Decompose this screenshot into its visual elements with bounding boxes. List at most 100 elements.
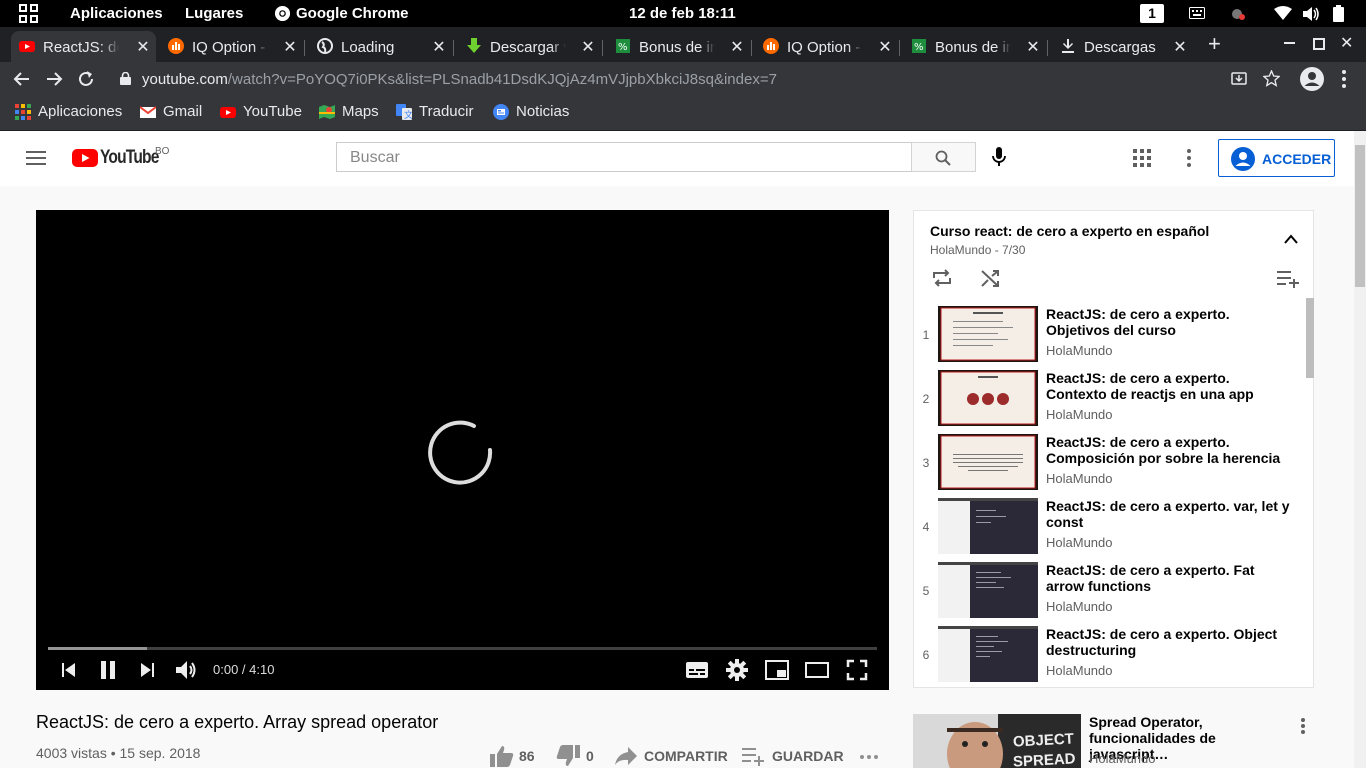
playlist-item-channel: HolaMundo <box>1046 407 1113 422</box>
previous-video-icon[interactable] <box>56 658 80 682</box>
playlist-item[interactable]: 6 ReactJS: de cero a experto. Object des… <box>914 626 1305 690</box>
video-player[interactable] <box>36 210 889 690</box>
playlist-title[interactable]: Curso react: de cero a experto en españo… <box>930 223 1209 239</box>
close-tab-icon[interactable]: ✕ <box>580 37 596 56</box>
playlist-item-title[interactable]: ReactJS: de cero a experto. Contexto de … <box>1046 370 1294 402</box>
maximize-window-icon[interactable] <box>1313 38 1325 50</box>
recommended-menu-icon[interactable] <box>1301 718 1305 734</box>
close-tab-icon[interactable]: ✕ <box>729 37 745 56</box>
wifi-icon[interactable] <box>1274 6 1292 21</box>
tab-iq-option[interactable]: IQ Option - Broker ✕ <box>160 31 305 62</box>
close-tab-icon[interactable]: ✕ <box>282 37 298 56</box>
video-thumbnail[interactable] <box>938 626 1038 682</box>
video-thumbnail[interactable] <box>938 306 1038 362</box>
bookmark-star-icon[interactable] <box>1263 70 1280 87</box>
fullscreen-icon[interactable] <box>845 658 869 682</box>
tab-iq-option-2[interactable]: IQ Option - Broker ✕ <box>755 31 900 62</box>
pause-icon[interactable] <box>96 658 120 682</box>
settings-dots-icon[interactable] <box>1187 149 1191 167</box>
close-tab-icon[interactable]: ✕ <box>1025 37 1041 56</box>
search-box[interactable] <box>336 142 912 172</box>
places-menu[interactable]: Lugares <box>185 5 243 22</box>
video-thumbnail[interactable] <box>938 370 1038 426</box>
tab-loading[interactable]: Loading ✕ <box>309 31 454 62</box>
miniplayer-icon[interactable] <box>765 658 789 682</box>
playlist-subtitle: HolaMundo - 7/30 <box>930 243 1026 257</box>
add-to-playlist-icon[interactable] <box>1277 270 1299 288</box>
volume-icon[interactable] <box>1302 6 1320 22</box>
apps-grid-icon[interactable] <box>1133 149 1151 167</box>
video-thumbnail[interactable] <box>938 562 1038 618</box>
applications-menu[interactable]: Aplicaciones <box>70 5 163 22</box>
playlist-item[interactable]: 1 ReactJS: de cero a experto. Objetivos … <box>914 306 1305 370</box>
youtube-logo[interactable]: YouTube BO <box>72 146 172 170</box>
youtube-logo-icon <box>72 149 98 167</box>
close-window-icon[interactable]: ✕ <box>1340 33 1353 53</box>
tab-bonus[interactable]: % Bonus de ingreso ✕ <box>607 31 752 62</box>
shuffle-icon[interactable] <box>980 268 1000 288</box>
microphone-icon[interactable] <box>992 147 1006 167</box>
keyboard-icon[interactable] <box>1189 7 1205 19</box>
minimize-window-icon[interactable] <box>1284 42 1295 44</box>
video-thumbnail[interactable] <box>938 498 1038 554</box>
bonus-icon: % <box>615 38 631 54</box>
close-tab-icon[interactable]: ✕ <box>431 37 447 56</box>
back-arrow-icon[interactable] <box>13 70 31 88</box>
playlist-item-title[interactable]: ReactJS: de cero a experto. Object destr… <box>1046 626 1294 658</box>
theater-mode-icon[interactable] <box>805 658 829 682</box>
playlist-item[interactable]: 3 ReactJS: de cero a experto. Composició… <box>914 434 1305 498</box>
more-actions-icon[interactable] <box>860 755 878 759</box>
playlist-item-channel: HolaMundo <box>1046 663 1113 678</box>
volume-icon[interactable] <box>174 658 198 682</box>
forward-arrow-icon[interactable] <box>45 70 63 88</box>
collapse-chevron-icon[interactable] <box>1284 234 1298 244</box>
playlist-item-index: 5 <box>922 584 930 598</box>
clock[interactable]: 12 de feb 18:11 <box>629 5 736 22</box>
video-thumbnail[interactable] <box>938 434 1038 490</box>
playlist-scrollbar[interactable] <box>1306 298 1314 378</box>
search-button[interactable] <box>911 142 976 172</box>
new-tab-button[interactable]: + <box>1208 33 1221 55</box>
close-tab-icon[interactable]: ✕ <box>1172 37 1188 56</box>
playlist-item[interactable]: 5 ReactJS: de cero a experto. Fat arrow … <box>914 562 1305 626</box>
search-input[interactable] <box>348 148 892 168</box>
chrome-menu-icon[interactable] <box>1342 70 1346 88</box>
bonus-icon: % <box>911 38 927 54</box>
tab-descargar[interactable]: Descargar video ✕ <box>458 31 603 62</box>
close-tab-icon[interactable]: ✕ <box>877 37 893 56</box>
close-tab-icon[interactable]: ✕ <box>135 37 151 56</box>
tab-youtube[interactable]: ReactJS: de cero a experto ✕ <box>11 31 156 62</box>
activities-grid-icon[interactable] <box>19 4 39 24</box>
tab-label: Bonus de ingreso <box>935 39 1011 56</box>
url-text[interactable]: youtube.com/watch?v=PoYOQ7i0PKs&list=PLS… <box>142 71 777 88</box>
playlist-item-title[interactable]: ReactJS: de cero a experto. Composición … <box>1046 434 1294 466</box>
settings-gear-icon[interactable] <box>725 658 749 682</box>
playlist-item[interactable]: 2 ReactJS: de cero a experto. Contexto d… <box>914 370 1305 434</box>
address-bar[interactable]: youtube.com/watch?v=PoYOQ7i0PKs&list=PLS… <box>110 65 1290 93</box>
install-app-icon[interactable] <box>1231 71 1247 87</box>
page-scrollbar-thumb[interactable] <box>1355 145 1365 287</box>
tab-label: IQ Option - Broker <box>787 39 863 56</box>
hamburger-menu-icon[interactable] <box>26 150 46 166</box>
reload-icon[interactable] <box>77 70 95 88</box>
profile-avatar-icon[interactable] <box>1300 67 1324 91</box>
tab-bonus-2[interactable]: % Bonus de ingreso ✕ <box>903 31 1048 62</box>
signin-button[interactable]: ACCEDER <box>1218 139 1335 177</box>
notification-icon[interactable] <box>1232 6 1246 22</box>
playlist-item-title[interactable]: ReactJS: de cero a experto. var, let y c… <box>1046 498 1294 530</box>
workspace-indicator[interactable]: 1 <box>1140 4 1164 23</box>
playlist-item-title[interactable]: ReactJS: de cero a experto. Fat arrow fu… <box>1046 562 1294 594</box>
tab-descargas[interactable]: Descargas ✕ <box>1052 31 1197 62</box>
next-video-icon[interactable] <box>136 658 160 682</box>
loop-icon[interactable] <box>931 268 953 288</box>
share-arrow-icon <box>615 747 637 765</box>
playlist-item[interactable]: 4 ReactJS: de cero a experto. var, let y… <box>914 498 1305 562</box>
video-progress-bar[interactable] <box>48 647 877 650</box>
active-app-menu[interactable]: Google Chrome <box>296 5 409 22</box>
lock-icon[interactable] <box>120 72 131 85</box>
subtitles-icon[interactable] <box>685 658 709 682</box>
battery-icon[interactable] <box>1333 5 1344 22</box>
recommended-thumbnail[interactable]: OBJECT SPREAD <box>913 714 1081 768</box>
playlist-item-title[interactable]: ReactJS: de cero a experto. Objetivos de… <box>1046 306 1294 338</box>
svg-text:%: % <box>618 42 628 53</box>
